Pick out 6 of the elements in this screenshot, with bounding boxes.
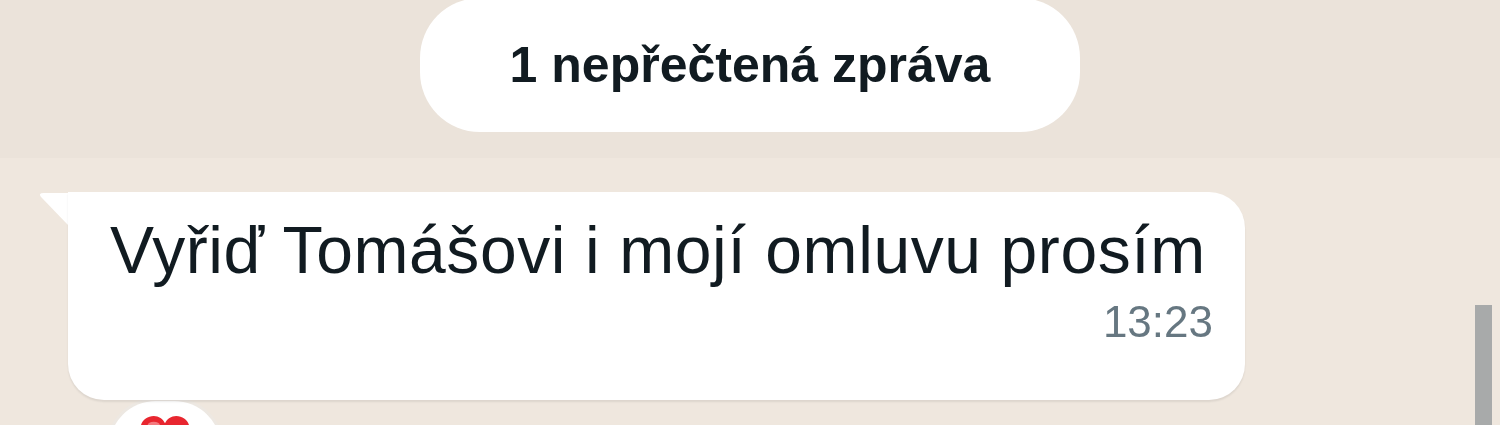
bubble-tail — [38, 192, 68, 226]
scrollbar[interactable] — [1475, 305, 1492, 425]
message-text: Vyřiď Tomášovi i mojí omluvu prosím — [110, 212, 1206, 289]
message-time: 13:23 — [1102, 296, 1213, 348]
unread-banner: 1 nepřečtená zpráva — [420, 0, 1080, 132]
message-bubble[interactable]: Vyřiď Tomášovi i mojí omluvu prosím 13:23 — [68, 192, 1245, 400]
